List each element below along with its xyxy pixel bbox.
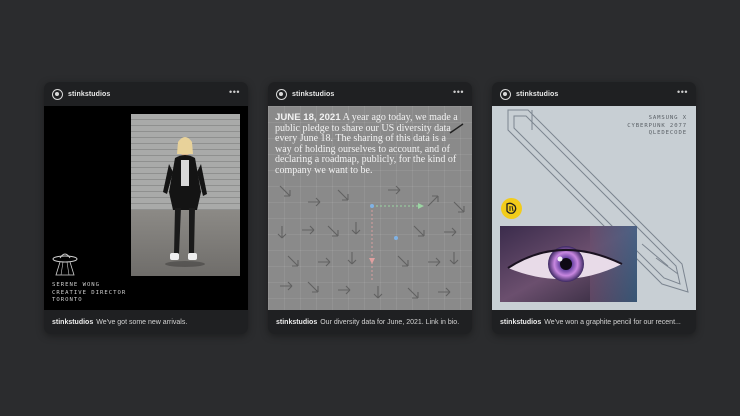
post-caption: stinkstudios Our diversity data for June… — [268, 310, 472, 334]
avatar[interactable] — [276, 88, 287, 100]
post-image[interactable]: JUNE 18, 2021 A year ago today, we made … — [268, 106, 472, 310]
post-username[interactable]: stinkstudios — [68, 91, 110, 98]
pencil-cursor-icon — [449, 123, 464, 134]
caption-text: Our diversity data for June, 2021. Link … — [320, 318, 460, 326]
quote-text: JUNE 18, 2021 A year ago today, we made … — [275, 112, 462, 177]
image-caption-text: SERENE WONG CREATIVE DIRECTOR TORONTO — [52, 282, 126, 305]
avatar[interactable] — [52, 88, 63, 100]
post-image[interactable]: SAMSUNG X CYBERPUNK 2077 QLEDECODE — [492, 106, 696, 310]
post-image[interactable]: SERENE WONG CREATIVE DIRECTOR TORONTO — [44, 106, 248, 310]
more-options-icon[interactable]: ••• — [229, 88, 240, 97]
image-text-line: CYBERPUNK 2077 — [627, 122, 687, 129]
post-header: stinkstudios ••• — [268, 82, 472, 106]
more-options-icon[interactable]: ••• — [677, 88, 688, 97]
more-options-icon[interactable]: ••• — [453, 88, 464, 97]
image-text-line: TORONTO — [52, 297, 83, 303]
caption-username[interactable]: stinkstudios — [500, 319, 541, 326]
caption-username[interactable]: stinkstudios — [52, 319, 93, 326]
post-caption: stinkstudios We've won a graphite pencil… — [492, 310, 696, 334]
eye-photo — [500, 226, 637, 302]
post-card[interactable]: stinkstudios ••• — [44, 82, 248, 334]
image-text-line: SAMSUNG X — [648, 115, 687, 121]
caption-username[interactable]: stinkstudios — [276, 319, 317, 326]
award-badge-icon — [501, 198, 522, 219]
ufo-icon — [52, 253, 78, 276]
post-card[interactable]: stinkstudios ••• SAMSUNG X CYBERPUNK 207… — [492, 82, 696, 334]
image-title-text: SAMSUNG X CYBERPUNK 2077 QLEDECODE — [627, 115, 687, 138]
post-username[interactable]: stinkstudios — [292, 91, 334, 98]
quote-date: JUNE 18, 2021 — [275, 112, 341, 123]
post-header: stinkstudios ••• — [492, 82, 696, 106]
post-card[interactable]: stinkstudios ••• — [268, 82, 472, 334]
image-text-line: QLEDECODE — [648, 130, 687, 137]
caption-text: We've got some new arrivals. — [96, 318, 188, 326]
post-header: stinkstudios ••• — [44, 82, 248, 106]
image-text-line: CREATIVE DIRECTOR — [52, 289, 127, 296]
person-figure — [163, 137, 207, 267]
post-caption: stinkstudios We've got some new arrivals… — [44, 310, 248, 334]
post-username[interactable]: stinkstudios — [516, 91, 558, 98]
caption-text: We've won a graphite pencil for our rece… — [544, 318, 681, 326]
avatar[interactable] — [500, 88, 511, 100]
image-text-line: SERENE WONG — [52, 282, 101, 288]
portrait-photo — [131, 114, 240, 276]
